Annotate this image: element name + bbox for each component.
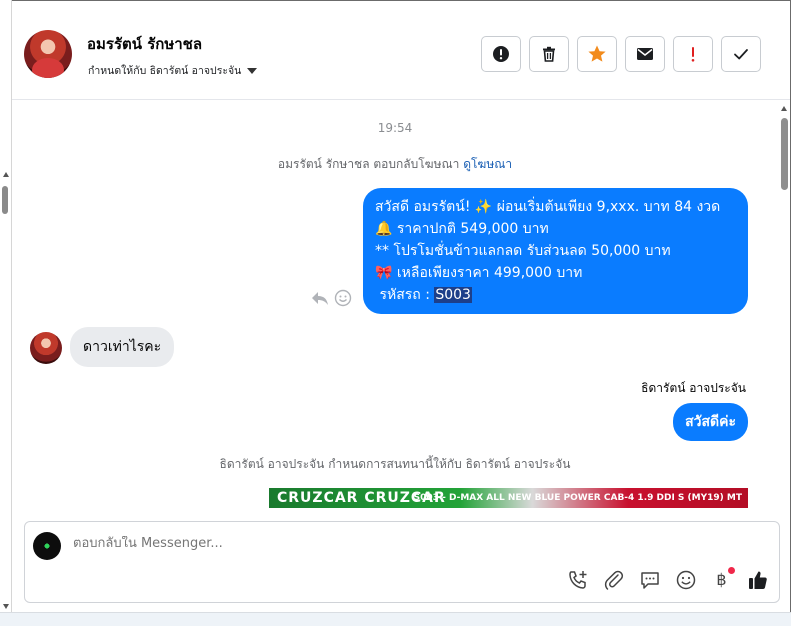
baht-icon[interactable]: ฿ <box>710 567 735 591</box>
ad-reply-notice: อมรรัตน์ รักษาชล ตอบกลับโฆษณา ดูโฆษณา <box>12 155 778 174</box>
phone-plus-icon[interactable] <box>566 568 589 591</box>
car-code-label: รหัสรถ : <box>375 287 435 303</box>
conversation-toolbar <box>481 36 761 72</box>
composer-actions: ฿ <box>566 567 769 591</box>
outgoing-message-bubble[interactable]: สวัสดี อมรรัตน์! ✨ ผ่อนเริ่มต้นเพียง 9,x… <box>363 188 748 314</box>
message-composer: ฿ <box>24 521 780 603</box>
exclamation-circle-icon <box>493 46 509 62</box>
contact-name[interactable]: อมรรัตน์ รักษาชล <box>87 32 202 56</box>
follow-up-button[interactable] <box>673 36 713 72</box>
paperclip-icon[interactable] <box>602 568 625 591</box>
envelope-icon <box>637 48 653 60</box>
message-line: สวัสดี อมรรัตน์! ✨ ผ่อนเริ่มต้นเพียง 9,x… <box>375 199 721 215</box>
car-code-line: รหัสรถ : S003 <box>375 284 736 306</box>
view-ad-link[interactable]: ดูโฆษณา <box>463 157 512 171</box>
ad-reply-text: อมรรัตน์ รักษาชล ตอบกลับโฆษณา <box>277 157 460 171</box>
baht-symbol: ฿ <box>716 570 727 589</box>
bottom-scrollbar[interactable] <box>0 612 791 626</box>
car-image-attachment[interactable]: CRUZCAR CRUZCAR S003 - D-MAX ALL NEW BLU… <box>269 488 748 508</box>
star-icon <box>588 45 606 62</box>
reply-message-bubble[interactable]: สวัสดีค่ะ <box>673 403 748 441</box>
contact-avatar[interactable] <box>24 30 72 78</box>
mark-unread-button[interactable] <box>625 36 665 72</box>
scroll-up-icon[interactable] <box>781 106 787 111</box>
exclamation-icon <box>691 47 695 62</box>
assignee-label: กำหนดให้กับ ธิดารัตน์ อาจประจัน <box>88 65 242 77</box>
reply-input[interactable] <box>73 536 723 551</box>
check-icon <box>734 49 748 60</box>
saved-reply-icon[interactable] <box>638 568 661 591</box>
star-button[interactable] <box>577 36 617 72</box>
left-scroll-thumb[interactable] <box>2 186 8 214</box>
message-actions <box>310 289 352 307</box>
caret-down-icon <box>247 67 258 74</box>
sender-name: ธิดารัตน์ อาจประจัน <box>641 381 746 395</box>
notification-dot <box>728 567 735 574</box>
message-line: ** โปรโมชั่นข้าวแลกลด รับส่วนลด 50,000 บ… <box>375 243 671 259</box>
mark-done-button[interactable] <box>721 36 761 72</box>
assignment-notice: ธิดารัตน์ อาจประจัน กำหนดการสนทนานี้ให้ก… <box>219 457 571 471</box>
message-timestamp: 19:54 <box>377 121 413 135</box>
thread-scroll-thumb[interactable] <box>781 118 788 190</box>
spam-button[interactable] <box>481 36 521 72</box>
trash-icon <box>543 46 555 62</box>
message-thread[interactable]: 19:54 อมรรัตน์ รักษาชล ตอบกลับโฆษณา ดูโฆ… <box>12 101 778 508</box>
conversation-header: อมรรัตน์ รักษาชล กำหนดให้กับ ธิดารัตน์ อ… <box>12 0 790 100</box>
left-scroll-down-icon[interactable] <box>3 604 9 609</box>
message-line: 🎀 เหลือเพียงราคา 499,000 บาท <box>375 265 583 281</box>
left-scroll-up-icon[interactable] <box>3 172 9 177</box>
car-code-value: S003 <box>434 287 472 303</box>
like-icon[interactable] <box>746 568 769 591</box>
left-scrollbar[interactable] <box>0 0 12 626</box>
banner-model-text: S003 - D-MAX ALL NEW BLUE POWER CAB-4 1.… <box>413 493 742 503</box>
emoji-icon[interactable] <box>674 568 697 591</box>
assignee-dropdown[interactable]: กำหนดให้กับ ธิดารัตน์ อาจประจัน <box>88 62 258 79</box>
contact-avatar-small <box>30 332 62 364</box>
page-avatar <box>33 532 61 560</box>
react-emoji-icon[interactable] <box>334 289 352 307</box>
incoming-message-bubble[interactable]: ดาวเท่าไรคะ <box>70 327 175 367</box>
reply-icon[interactable] <box>310 289 330 307</box>
message-line: 🔔 ราคาปกติ 549,000 บาท <box>375 221 549 237</box>
delete-button[interactable] <box>529 36 569 72</box>
